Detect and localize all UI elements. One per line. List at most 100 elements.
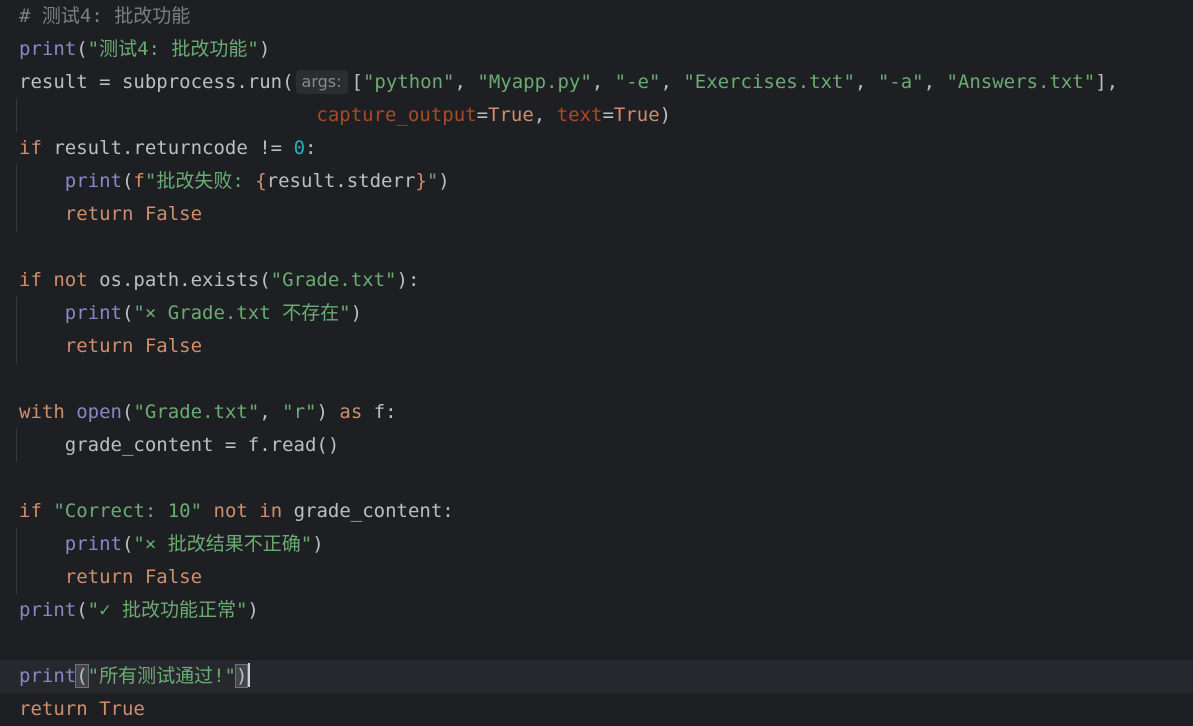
code-line[interactable]: print("× 批改结果不正确")	[0, 528, 1193, 561]
code-token: print	[64, 302, 122, 324]
code-line[interactable]: # 测试4: 批改功能	[0, 0, 1193, 33]
code-token: grade_content = f.read()	[64, 434, 340, 456]
code-token: ,	[454, 71, 478, 93]
code-token: {	[255, 170, 267, 192]
code-token: os.path.exists(	[87, 269, 271, 291]
code-editor[interactable]: # 测试4: 批改功能 print("测试4: 批改功能") result = su…	[0, 0, 1193, 720]
code-token: capture_output	[316, 104, 477, 126]
code-line[interactable]: result = subprocess.run(args: ["python", …	[0, 66, 1193, 99]
code-line[interactable]	[0, 627, 1193, 660]
code-token: "	[426, 170, 439, 192]
code-line[interactable]	[0, 231, 1193, 264]
code-token: "批改失败:	[144, 170, 256, 192]
code-token: "× 批改结果不正确"	[133, 533, 313, 555]
code-line[interactable]: grade_content = f.read()	[0, 429, 1193, 462]
code-token: "-a"	[877, 71, 924, 93]
code-line[interactable]: print("所有测试通过!")	[0, 660, 1193, 693]
code-token: if	[19, 500, 42, 522]
code-token: )	[312, 533, 324, 555]
code-line[interactable]: print("测试4: 批改功能")	[0, 33, 1193, 66]
code-token: print	[19, 38, 77, 60]
matched-brace: (	[75, 664, 89, 688]
code-line[interactable]: return False	[0, 330, 1193, 363]
code-token: "python"	[362, 71, 455, 93]
code-token: result.stderr	[266, 170, 416, 192]
code-token: ,	[660, 71, 684, 93]
code-token: print	[19, 599, 77, 621]
code-token: result = subprocess.run(	[19, 71, 294, 93]
code-line[interactable]: if not os.path.exists("Grade.txt"):	[0, 264, 1193, 297]
code-token: print	[19, 665, 77, 687]
code-token: with	[19, 401, 65, 423]
code-token: ,	[591, 71, 615, 93]
code-token: f:	[362, 401, 397, 423]
code-token: 0	[293, 137, 306, 159]
code-token: f	[133, 170, 145, 192]
code-token: }	[415, 170, 427, 192]
code-token: print	[64, 533, 122, 555]
code-token: as	[339, 401, 363, 423]
code-token: "× Grade.txt 不存在"	[133, 302, 351, 324]
code-line[interactable]: print("× Grade.txt 不存在")	[0, 297, 1193, 330]
code-token: =	[602, 104, 614, 126]
code-token: )	[438, 170, 450, 192]
code-token: text	[556, 104, 603, 126]
code-line[interactable]: print("✓ 批改功能正常")	[0, 594, 1193, 627]
code-line[interactable]: capture_output=True, text=True)	[0, 99, 1193, 132]
code-token: ,	[259, 401, 283, 423]
code-token: [	[351, 71, 363, 93]
code-token: "所有测试通过!"	[87, 665, 236, 687]
code-token: "测试4: 批改功能"	[87, 38, 259, 60]
code-token: True	[613, 104, 660, 126]
code-token: "Correct: 10"	[53, 500, 203, 522]
code-line[interactable]: return True	[0, 693, 1193, 726]
code-line[interactable]: return False	[0, 561, 1193, 594]
code-line[interactable]	[0, 363, 1193, 396]
code-token: (	[76, 599, 88, 621]
code-token: ):	[396, 269, 420, 291]
code-line[interactable]: print(f"批改失败: {result.stderr}")	[0, 165, 1193, 198]
code-line[interactable]: if "Correct: 10" not in grade_content:	[0, 495, 1193, 528]
code-token: (	[121, 302, 134, 324]
code-token: )	[350, 302, 363, 324]
code-token: )	[659, 104, 672, 126]
code-line[interactable]: if result.returncode != 0:	[0, 132, 1193, 165]
parameter-hint: args:	[295, 70, 348, 94]
code-token: "-e"	[614, 71, 661, 93]
code-token: grade_content:	[282, 500, 454, 522]
code-token: return False	[64, 566, 203, 588]
code-line[interactable]: return False	[0, 198, 1193, 231]
code-token: return False	[64, 203, 203, 225]
code-token: )	[258, 38, 271, 60]
code-token: if not	[19, 269, 88, 291]
code-token: (	[121, 170, 134, 192]
code-token: not in	[213, 500, 283, 522]
code-line[interactable]	[0, 462, 1193, 495]
code-token: (	[76, 38, 88, 60]
code-token: (	[121, 533, 134, 555]
code-token: print	[64, 170, 122, 192]
code-token: "Answers.txt"	[946, 71, 1096, 93]
code-token: =	[476, 104, 489, 126]
code-token: "Grade.txt"	[133, 401, 260, 423]
code-token: ],	[1095, 71, 1119, 93]
code-token: ,	[854, 71, 878, 93]
code-token: return False	[64, 335, 203, 357]
code-token: # 测试4: 批改功能	[19, 5, 191, 27]
code-token: True	[488, 104, 534, 126]
code-token: "✓ 批改功能正常"	[87, 599, 248, 621]
code-token: ,	[923, 71, 947, 93]
code-line[interactable]: with open("Grade.txt", "r") as f:	[0, 396, 1193, 429]
code-token: )	[247, 599, 259, 621]
code-token: if	[19, 137, 42, 159]
